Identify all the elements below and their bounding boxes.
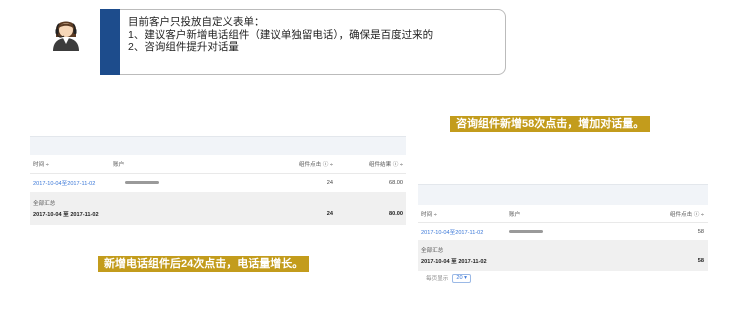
table-header: 时间 ÷ 账户 组件点击 ⓘ ÷ 组件结果 ⓘ ÷ xyxy=(30,155,406,174)
phone-callout: 新增电话组件后24次点击，电话量增长。 xyxy=(98,256,310,272)
cell-clicks: 24 xyxy=(326,180,333,186)
summary-row: 全部汇总 2017-10-04 至 2017-11-02 58 xyxy=(418,241,708,271)
col-account: 账户 xyxy=(509,211,521,218)
cell-calls: 68.00 xyxy=(389,180,403,186)
col-time[interactable]: 时间 ÷ xyxy=(30,160,113,168)
note-line: 2、咨询组件提升对话量 xyxy=(128,41,239,53)
col-calls[interactable]: 组件结果 ⓘ ÷ xyxy=(333,160,403,168)
summary-calls: 80.00 xyxy=(389,211,403,217)
page-size-label: 每页显示 xyxy=(426,276,449,282)
summary-date: 2017-10-04 至 2017-11-02 xyxy=(421,258,487,265)
recommendation-note: 目前客户只投放自定义表单： 1、建议客户新增电话组件（建议单独留电话），确保是百… xyxy=(120,9,506,75)
note-line: 目前客户只投放自定义表单： xyxy=(128,16,265,28)
pagination: 每页显示 20 ▾ xyxy=(418,271,708,285)
page-size-select[interactable]: 20 ▾ xyxy=(452,273,471,283)
table-row: 2017-10-04至2017-11-02 24 68.00 xyxy=(30,174,406,193)
summary-label: 全部汇总 xyxy=(421,248,444,254)
col-time[interactable]: 时间 ÷ xyxy=(418,210,509,218)
blurred-account xyxy=(125,181,159,185)
summary-label: 全部汇总 xyxy=(33,201,56,207)
panel-toolbar xyxy=(30,136,406,155)
summary-clicks: 24 xyxy=(326,211,333,217)
consult-callout: 咨询组件新增58次点击，增加对话量。 xyxy=(450,116,651,132)
table-header: 时间 ÷ 账户 组件点击 ⓘ ÷ xyxy=(418,205,708,223)
summary-clicks: 58 xyxy=(697,257,704,264)
phone-component-report: 时间 ÷ 账户 组件点击 ⓘ ÷ 组件结果 ⓘ ÷ 2017-10-04至201… xyxy=(30,136,406,228)
col-account: 账户 xyxy=(113,162,125,168)
summary-date: 2017-10-04 至 2017-11-02 xyxy=(33,212,99,218)
col-clicks[interactable]: 组件点击 ⓘ ÷ xyxy=(649,210,704,218)
table-row: 2017-10-04至2017-11-02 58 xyxy=(418,223,708,241)
note-line: 1、建议客户新增电话组件（建议单独留电话），确保是百度过来的 xyxy=(128,28,434,41)
account-name xyxy=(113,180,253,186)
date-range-link[interactable]: 2017-10-04至2017-11-02 xyxy=(30,179,113,187)
agent-avatar-icon xyxy=(50,15,82,51)
panel-toolbar xyxy=(418,184,708,205)
account-name xyxy=(509,229,649,235)
cell-clicks: 58 xyxy=(697,228,704,235)
blurred-account xyxy=(509,229,543,233)
consult-component-report: 时间 ÷ 账户 组件点击 ⓘ ÷ 2017-10-04至2017-11-02 5… xyxy=(418,184,708,284)
note-accent-bar xyxy=(100,9,120,75)
col-clicks[interactable]: 组件点击 ⓘ ÷ xyxy=(253,160,333,168)
summary-row: 全部汇总 2017-10-04 至 2017-11-02 24 80.00 xyxy=(30,193,406,225)
date-range-link[interactable]: 2017-10-04至2017-11-02 xyxy=(418,228,509,236)
